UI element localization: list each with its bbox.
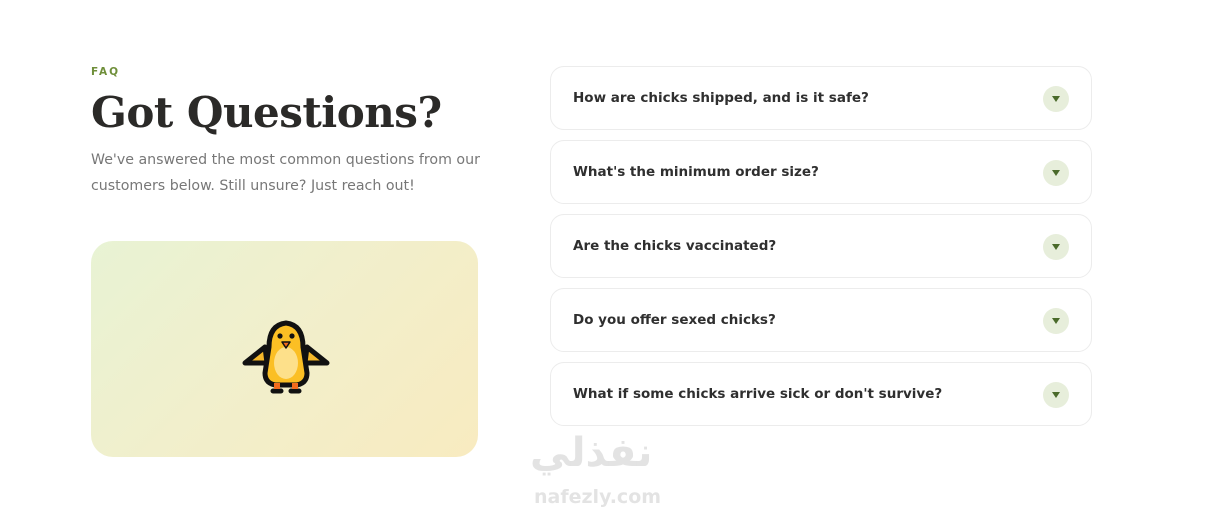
baby-chick-icon — [242, 320, 330, 394]
expand-toggle[interactable] — [1043, 308, 1069, 334]
faq-question: How are chicks shipped, and is it safe? — [573, 90, 869, 106]
triangle-down-icon — [1052, 392, 1060, 398]
faq-question: Do you offer sexed chicks? — [573, 312, 776, 328]
faq-question: What if some chicks arrive sick or don't… — [573, 386, 943, 402]
section-description: We've answered the most common questions… — [91, 152, 480, 194]
section-eyebrow: FAQ — [91, 66, 121, 78]
watermark-latin: nafezly.com — [534, 486, 662, 508]
illustration-card — [91, 241, 478, 457]
expand-toggle[interactable] — [1043, 382, 1069, 408]
faq-item[interactable]: What if some chicks arrive sick or don't… — [550, 362, 1092, 426]
triangle-down-icon — [1052, 170, 1060, 176]
triangle-down-icon — [1052, 96, 1060, 102]
watermark: نفذلي nafezly.com — [520, 430, 680, 514]
triangle-down-icon — [1052, 318, 1060, 324]
triangle-down-icon — [1052, 244, 1060, 250]
faq-item[interactable]: What's the minimum order size? — [550, 140, 1092, 204]
watermark-arabic: نفذلي — [530, 430, 653, 476]
expand-toggle[interactable] — [1043, 234, 1069, 260]
faq-question: What's the minimum order size? — [573, 164, 819, 180]
expand-toggle[interactable] — [1043, 160, 1069, 186]
faq-item[interactable]: How are chicks shipped, and is it safe? — [550, 66, 1092, 130]
expand-toggle[interactable] — [1043, 86, 1069, 112]
faq-intro: FAQ Got Questions? We've answered the mo… — [91, 66, 491, 199]
faq-question: Are the chicks vaccinated? — [573, 238, 777, 254]
faq-item[interactable]: Are the chicks vaccinated? — [550, 214, 1092, 278]
section-title: Got Questions? — [91, 88, 442, 137]
faq-item[interactable]: Do you offer sexed chicks? — [550, 288, 1092, 352]
